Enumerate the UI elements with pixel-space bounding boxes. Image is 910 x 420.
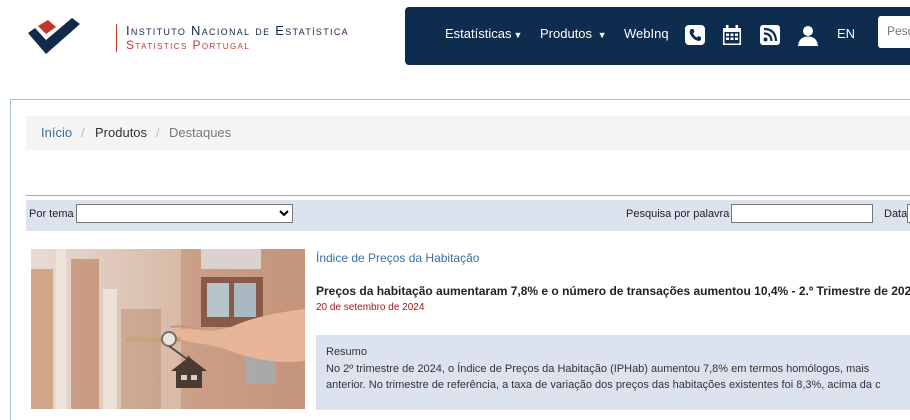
chevron-down-icon: ▼: [513, 30, 523, 40]
logo-separator: [116, 24, 117, 52]
breadcrumb-home-link[interactable]: Início: [41, 125, 72, 140]
theme-select[interactable]: [76, 204, 293, 223]
breadcrumb: Início / Produtos / Destaques: [26, 116, 910, 150]
breadcrumb-produtos[interactable]: Produtos: [95, 125, 147, 140]
search-box: [878, 16, 910, 48]
date-filter-label: Data: [884, 208, 908, 220]
highlight-date: 20 de setembro de 2024: [316, 302, 425, 313]
summary-heading: Resumo: [326, 346, 367, 358]
house-key-photo[interactable]: [31, 249, 305, 409]
breadcrumb-current: Destaques: [169, 125, 232, 140]
language-toggle[interactable]: EN: [837, 26, 855, 41]
summary-box: Resumo No 2º trimestre de 2024, o Índice…: [316, 335, 910, 410]
keyword-search-label: Pesquisa por palavra: [626, 208, 730, 220]
keyword-search-input[interactable]: [731, 204, 873, 223]
summary-line: No 2º trimestre de 2024, o Índice de Pre…: [326, 363, 870, 375]
theme-filter-label: Por tema: [29, 208, 74, 220]
user-icon[interactable]: [797, 24, 819, 46]
search-input[interactable]: [878, 16, 910, 46]
phone-icon[interactable]: [684, 24, 706, 46]
calendar-icon[interactable]: [721, 24, 743, 46]
nav-webinq[interactable]: WebInq: [624, 26, 669, 41]
divider: [26, 195, 910, 196]
summary-line: anterior. No trimestre de referência, a …: [326, 378, 881, 391]
ine-logo[interactable]: Instituto Nacional de Estatística Statis…: [26, 16, 396, 58]
highlight-headline[interactable]: Preços da habitação aumentaram 7,8% e o …: [316, 284, 910, 298]
rss-icon[interactable]: [759, 24, 781, 46]
nav-webinq-label: WebInq: [624, 26, 669, 41]
filter-bar: Por tema Pesquisa por palavra Data: [26, 200, 910, 231]
product-title-link[interactable]: Índice de Preços da Habitação: [316, 251, 479, 265]
summary-text: No 2º trimestre de 2024, o Índice de Pre…: [326, 362, 910, 393]
nav-produtos-label: Produtos: [540, 26, 593, 41]
brand-name: Instituto Nacional de Estatística: [126, 23, 349, 38]
brand-name-en: Statistics Portugal: [126, 38, 251, 52]
ine-logo-mark-icon: [28, 18, 80, 54]
nav-estatisticas[interactable]: Estatísticas ▼: [445, 26, 522, 41]
breadcrumb-separator: /: [156, 125, 160, 140]
chevron-down-icon: ▼: [597, 30, 607, 40]
breadcrumb-separator: /: [81, 125, 85, 140]
top-navigation: Estatísticas ▼ Produtos ▼ WebInq EN: [405, 7, 910, 65]
nav-produtos[interactable]: Produtos ▼: [540, 26, 607, 41]
nav-estatisticas-label: Estatísticas: [445, 26, 512, 41]
